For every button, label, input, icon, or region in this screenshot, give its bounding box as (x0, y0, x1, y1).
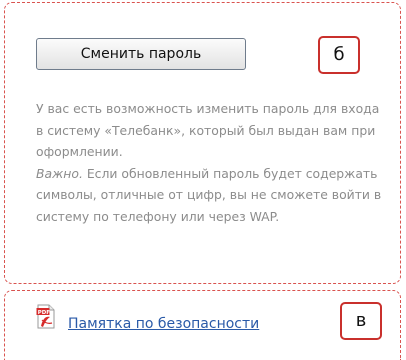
important-label: Важно. (36, 165, 83, 181)
security-memo-link[interactable]: Памятка по безопасности (68, 316, 259, 332)
password-description: У вас есть возможность изменить пароль д… (36, 98, 388, 227)
important-text: Если обновленный пароль будет содержать … (36, 165, 382, 224)
marker-c-label: в (340, 302, 382, 340)
pdf-icon[interactable]: PDF (36, 304, 56, 330)
marker-b-label: б (318, 36, 360, 74)
description-paragraph-2: Важно. Если обновленный пароль будет сод… (36, 163, 388, 228)
svg-text:PDF: PDF (38, 310, 50, 316)
change-password-button[interactable]: Сменить пароль (36, 38, 246, 70)
description-paragraph-1: У вас есть возможность изменить пароль д… (36, 101, 380, 159)
